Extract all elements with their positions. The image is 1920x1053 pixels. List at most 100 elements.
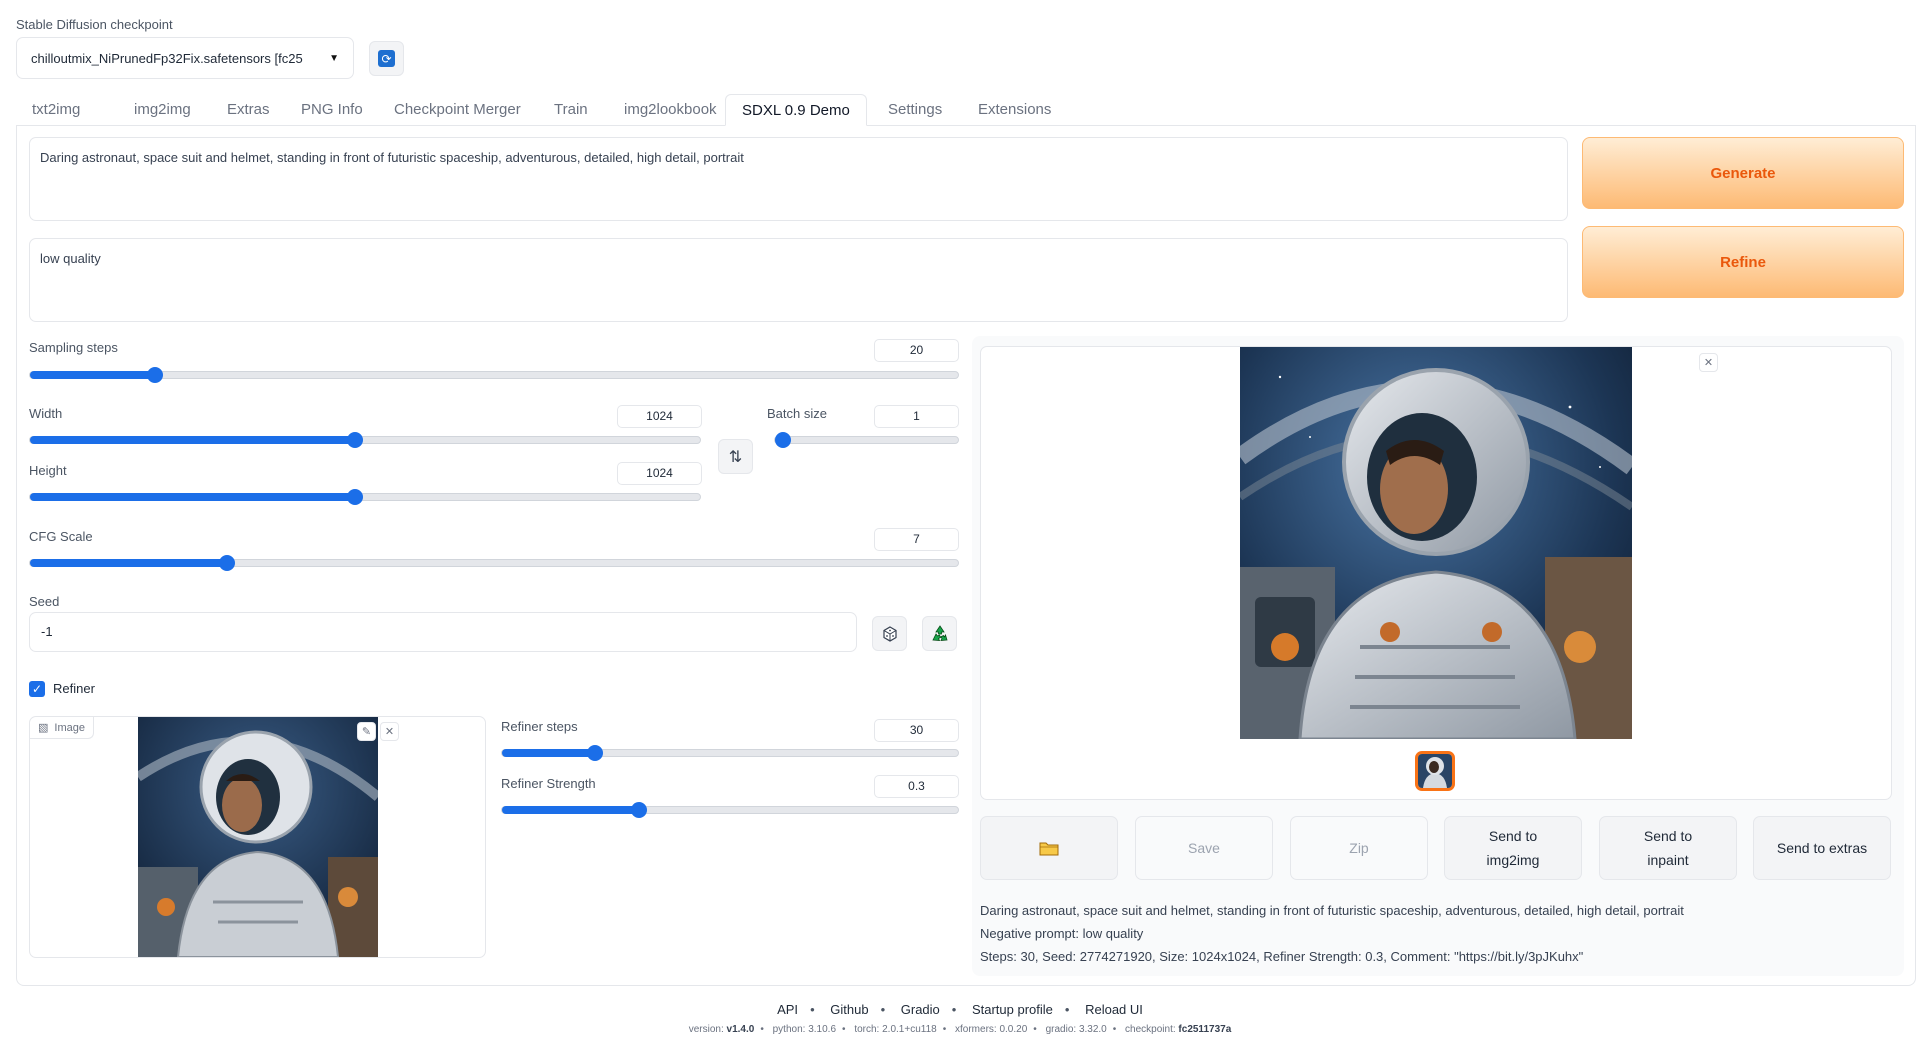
refresh-checkpoint-button[interactable]: ⟳ (369, 41, 404, 76)
slider-fill (30, 371, 155, 379)
slider-fill (30, 559, 227, 567)
torch-value: 2.0.1+cu118 (882, 1024, 937, 1035)
thumbnail-astronaut-image (1418, 754, 1452, 788)
send-to-img2img-button[interactable]: Send to img2img (1444, 816, 1582, 880)
refiner-checkbox[interactable]: ✓ (29, 681, 45, 697)
tab-bar: txt2img img2img Extras PNG Info Checkpoi… (16, 94, 1916, 126)
close-icon: ✕ (1703, 357, 1714, 369)
open-folder-button[interactable] (980, 816, 1118, 880)
close-icon: ✕ (384, 726, 395, 738)
height-input[interactable]: 1024 (617, 462, 702, 485)
python-key: python: (772, 1024, 806, 1035)
refiner-strength-slider[interactable] (501, 802, 959, 818)
chevron-down-icon: ▼ (329, 52, 339, 64)
random-seed-button[interactable] (872, 616, 907, 651)
sampling-steps-input[interactable]: 20 (874, 339, 959, 362)
tab-extensions[interactable]: Extensions (962, 94, 1067, 126)
clear-image-button[interactable]: ✕ (380, 722, 399, 741)
cfg-scale-input[interactable]: 7 (874, 528, 959, 551)
slider-thumb[interactable] (775, 432, 791, 448)
tab-txt2img[interactable]: txt2img (16, 94, 96, 126)
checkpoint-value: chilloutmix_NiPrunedFp32Fix.safetensors … (31, 50, 303, 66)
generate-button[interactable]: Generate (1582, 137, 1904, 209)
checkpoint-dropdown[interactable]: chilloutmix_NiPrunedFp32Fix.safetensors … (16, 37, 354, 79)
checkpoint-key: checkpoint: (1125, 1024, 1176, 1035)
slider-thumb[interactable] (631, 802, 647, 818)
slider-fill (502, 806, 639, 814)
height-label: Height (29, 463, 67, 478)
reuse-seed-button[interactable] (922, 616, 957, 651)
footer-link-startup-profile[interactable]: Startup profile (972, 1002, 1053, 1017)
footer-link-gradio[interactable]: Gradio (901, 1002, 940, 1017)
checkpoint-label: Stable Diffusion checkpoint (16, 17, 173, 32)
tab-sdxl-demo[interactable]: SDXL 0.9 Demo (725, 94, 867, 126)
slider-thumb[interactable] (587, 745, 603, 761)
negative-prompt-textarea[interactable]: low quality (29, 238, 1568, 322)
tab-img2lookbook[interactable]: img2lookbook (608, 94, 733, 126)
swap-dimensions-button[interactable]: ⇅ (718, 439, 753, 474)
refiner-label: Refiner (53, 681, 95, 696)
image-tag-label: Image (54, 721, 85, 734)
footer-link-api[interactable]: API (777, 1002, 798, 1017)
tab-checkpoint-merger[interactable]: Checkpoint Merger (378, 94, 537, 126)
batch-size-slider[interactable] (774, 432, 959, 448)
send-to-extras-button[interactable]: Send to extras (1753, 816, 1891, 880)
pencil-icon: ✎ (361, 726, 372, 738)
seed-input[interactable]: -1 (29, 612, 857, 652)
cfg-scale-slider[interactable] (29, 555, 959, 571)
torch-key: torch: (854, 1024, 880, 1035)
zip-button[interactable]: Zip (1290, 816, 1428, 880)
save-button[interactable]: Save (1135, 816, 1273, 880)
separator: • (951, 1002, 957, 1017)
width-slider[interactable] (29, 432, 701, 448)
close-gallery-button[interactable]: ✕ (1699, 353, 1718, 372)
sampling-steps-slider[interactable] (29, 367, 959, 383)
refiner-steps-slider[interactable] (501, 745, 959, 761)
swap-icon: ⇅ (728, 448, 743, 466)
recycle-icon (931, 624, 948, 641)
footer-link-reload-ui[interactable]: Reload UI (1085, 1002, 1143, 1017)
batch-size-label: Batch size (767, 406, 827, 421)
separator: • (942, 1024, 947, 1035)
python-value: 3.10.6 (808, 1024, 837, 1035)
refresh-icon: ⟳ (378, 50, 395, 67)
sampling-steps-label: Sampling steps (29, 340, 118, 355)
refine-button[interactable]: Refine (1582, 226, 1904, 298)
width-input[interactable]: 1024 (617, 405, 702, 428)
slider-thumb[interactable] (219, 555, 235, 571)
height-slider[interactable] (29, 489, 701, 505)
gradio-key: gradio: (1045, 1024, 1077, 1035)
slider-fill (502, 749, 595, 757)
refiner-image-input[interactable]: ▧ Image ✎ ✕ (29, 716, 486, 958)
info-params: Steps: 30, Seed: 2774271920, Size: 1024x… (980, 949, 1584, 964)
slider-thumb[interactable] (347, 489, 363, 505)
tab-img2img[interactable]: img2img (118, 94, 207, 126)
tab-settings[interactable]: Settings (872, 94, 958, 126)
generated-astronaut-image[interactable] (1240, 347, 1632, 739)
batch-size-input[interactable]: 1 (874, 405, 959, 428)
info-negative-prompt: Negative prompt: low quality (980, 926, 1144, 941)
slider-fill (30, 493, 355, 501)
gradio-value: 3.32.0 (1078, 1024, 1107, 1035)
footer-versions: version: v1.4.0 • python: 3.10.6 • torch: … (0, 1024, 1920, 1035)
slider-thumb[interactable] (147, 367, 163, 383)
checkmark-icon: ✓ (31, 682, 43, 696)
gallery-thumbnail-selected[interactable] (1415, 751, 1455, 791)
info-prompt: Daring astronaut, space suit and helmet,… (980, 903, 1684, 918)
slider-thumb[interactable] (347, 432, 363, 448)
edit-image-button[interactable]: ✎ (357, 722, 376, 741)
cfg-scale-label: CFG Scale (29, 529, 93, 544)
refiner-steps-label: Refiner steps (501, 719, 578, 734)
tab-train[interactable]: Train (538, 94, 604, 126)
refiner-strength-input[interactable]: 0.3 (874, 775, 959, 798)
slider-fill (30, 436, 355, 444)
version-key: version: (688, 1024, 724, 1035)
refiner-steps-input[interactable]: 30 (874, 719, 959, 742)
tab-extras[interactable]: Extras (211, 94, 286, 126)
refiner-astronaut-image (138, 717, 378, 957)
send-to-inpaint-button[interactable]: Send to inpaint (1599, 816, 1737, 880)
prompt-textarea[interactable]: Daring astronaut, space suit and helmet,… (29, 137, 1568, 221)
footer-link-github[interactable]: Github (830, 1002, 868, 1017)
tab-png-info[interactable]: PNG Info (285, 94, 379, 126)
xformers-key: xformers: (955, 1024, 997, 1035)
